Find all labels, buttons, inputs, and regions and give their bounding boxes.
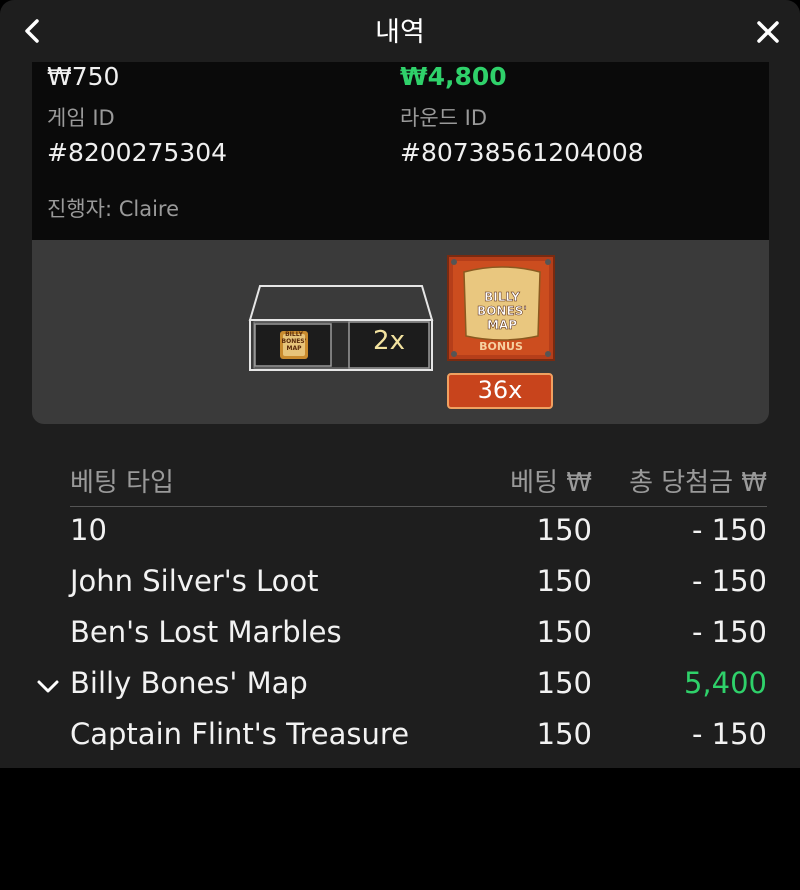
game-result-visual: BILLY BONES' MAP 2x BILLY BONES' MAP BON… — [32, 240, 769, 424]
round-id-label: 라운드 ID — [400, 106, 487, 130]
bet-type-cell: John Silver's Loot — [70, 564, 319, 598]
win-cell: - 150 — [691, 717, 767, 751]
round-id: #80738561204008 — [400, 138, 644, 167]
bet-cell: 150 — [536, 717, 592, 751]
bet-type-cell: Ben's Lost Marbles — [70, 615, 342, 649]
bet-type-cell: 10 — [70, 513, 107, 547]
header-bet-type: 베팅 타입 — [70, 468, 174, 498]
page-title: 내역 — [375, 17, 425, 48]
bet-type-cell: Billy Bones' Map — [70, 666, 308, 700]
table-row: 10 150 - 150 — [70, 507, 767, 558]
chevron-down-icon[interactable] — [36, 677, 60, 695]
win-cell: - 150 — [691, 615, 767, 649]
win-cell: - 150 — [691, 513, 767, 547]
bet-type-cell: Captain Flint's Treasure — [70, 717, 410, 751]
bet-amount: ₩750 — [47, 62, 120, 91]
header-bet: 베팅 ₩ — [510, 468, 592, 498]
header-total-win: 총 당첨금 ₩ — [629, 468, 767, 498]
bet-cell: 150 — [536, 564, 592, 598]
table-row: John Silver's Loot 150 - 150 — [70, 558, 767, 609]
bonus-card-title: BILLY BONES' MAP — [477, 290, 527, 333]
game-id: #8200275304 — [47, 138, 228, 167]
bonus-label: BONUS — [479, 340, 523, 353]
win-amount: ₩4,800 — [400, 62, 507, 91]
dealer-name: 진행자: Claire — [47, 197, 180, 221]
win-cell: - 150 — [691, 564, 767, 598]
table-row: Ben's Lost Marbles 150 - 150 — [70, 609, 767, 660]
close-icon[interactable] — [752, 16, 784, 48]
bet-cell: 150 — [536, 666, 592, 700]
history-panel: 내역 ₩750 ₩4,800 게임 ID 라운드 ID #8200275304 … — [0, 0, 800, 768]
table-row-expandable[interactable]: Billy Bones' Map 150 5,400 — [37, 660, 767, 711]
table-row: Captain Flint's Treasure 150 - 150 — [70, 711, 767, 762]
game-id-label: 게임 ID — [47, 106, 115, 130]
chest-multiplier: 2x — [373, 326, 405, 356]
header: 내역 — [0, 0, 800, 62]
chest-symbol-text: BILLY BONES' MAP — [281, 331, 307, 352]
bonus-multiplier: 36x — [477, 376, 523, 404]
round-info: ₩750 ₩4,800 게임 ID 라운드 ID #8200275304 #80… — [32, 62, 769, 240]
table-header: 베팅 타입 베팅 ₩ 총 당첨금 ₩ — [70, 460, 767, 507]
bet-cell: 150 — [536, 513, 592, 547]
bet-cell: 150 — [536, 615, 592, 649]
bet-table: 베팅 타입 베팅 ₩ 총 당첨금 ₩ 10 150 - 150 John Sil… — [37, 460, 767, 762]
win-cell: 5,400 — [683, 666, 767, 700]
